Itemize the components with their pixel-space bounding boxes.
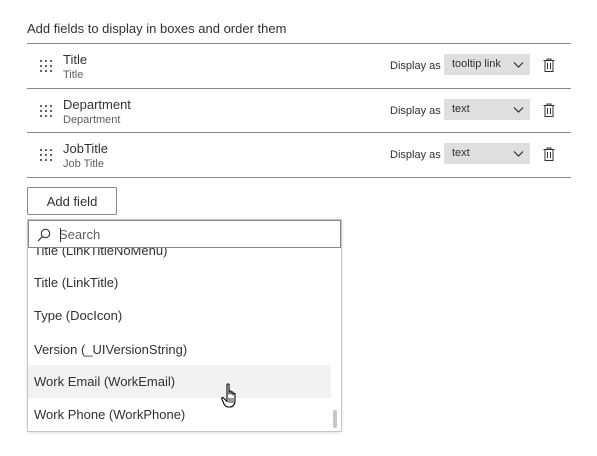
field-internal-name: Title: [63, 69, 84, 81]
text-caret: [60, 228, 61, 242]
display-as-dropdown[interactable]: text: [444, 143, 530, 164]
list-item[interactable]: Title (LinkTitleNoMenu): [28, 248, 331, 267]
display-as-label: Display as: [390, 149, 441, 161]
list-item[interactable]: Version (_UIVersionString): [28, 333, 331, 366]
grip-dots-icon[interactable]: [40, 105, 54, 119]
search-input[interactable]: [59, 223, 329, 245]
field-internal-name: Job Title: [63, 158, 104, 170]
chevron-down-icon: [513, 107, 524, 113]
trash-icon[interactable]: [543, 58, 555, 72]
add-field-button[interactable]: Add field: [27, 187, 117, 215]
field-row-jobtitle: JobTitle Job Title Display as text: [27, 133, 571, 177]
list-item[interactable]: Work Email (WorkEmail): [28, 365, 331, 398]
field-row-title: Title Title Display as tooltip link: [27, 44, 571, 88]
list-item[interactable]: Title (LinkTitle): [28, 266, 331, 299]
display-as-label: Display as: [390, 105, 441, 117]
display-as-value: text: [452, 103, 470, 115]
scrollbar-thumb[interactable]: [333, 410, 337, 428]
field-name: Department: [63, 97, 131, 112]
list-item[interactable]: Type (DocIcon): [28, 299, 331, 332]
display-as-value: text: [452, 147, 470, 159]
field-picker-dropdown: Title (LinkTitleNoMenu) Title (LinkTitle…: [27, 219, 342, 432]
field-row-department: Department Department Display as text: [27, 89, 571, 133]
trash-icon[interactable]: [543, 103, 555, 117]
field-internal-name: Department: [63, 114, 121, 126]
grip-dots-icon[interactable]: [40, 60, 54, 74]
search-box: [28, 220, 341, 248]
display-as-dropdown[interactable]: tooltip link: [444, 54, 530, 75]
trash-icon[interactable]: [543, 147, 555, 161]
divider: [27, 177, 571, 178]
chevron-down-icon: [513, 151, 524, 157]
grip-dots-icon[interactable]: [40, 149, 54, 163]
list-item[interactable]: Work Phone (WorkPhone): [28, 398, 331, 431]
section-heading: Add fields to display in boxes and order…: [27, 21, 287, 36]
search-icon: [37, 228, 51, 242]
field-name: JobTitle: [63, 141, 109, 156]
display-as-dropdown[interactable]: text: [444, 99, 530, 120]
chevron-down-icon: [513, 62, 524, 68]
display-as-label: Display as: [390, 60, 441, 72]
display-as-value: tooltip link: [452, 58, 501, 70]
field-name: Title: [63, 52, 88, 67]
hand-pointer-icon: [221, 383, 236, 408]
field-options-list[interactable]: Title (LinkTitleNoMenu) Title (LinkTitle…: [28, 248, 331, 431]
